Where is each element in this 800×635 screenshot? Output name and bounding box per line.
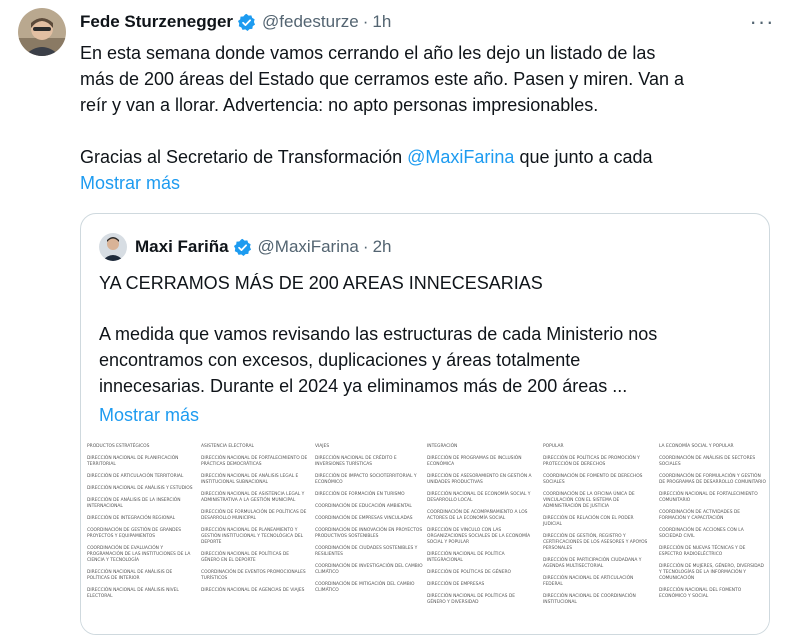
area-item: Dirección de asesoramiento en gestión a … [427, 474, 532, 485]
quoted-text-line: innecesarias. Durante el 2024 ya elimina… [99, 376, 628, 396]
area-item: Coordinación de innovación en proyectos … [315, 528, 423, 539]
area-item: Dirección nacional de políticas de géner… [201, 552, 289, 563]
author-avatar[interactable] [18, 8, 66, 56]
quoted-text-line: A medida que vamos revisando las estruct… [99, 324, 658, 344]
separator-dot: · [362, 237, 369, 256]
area-item: Dirección nacional de políticas de géner… [427, 594, 515, 605]
verified-badge-icon [233, 238, 252, 257]
area-item: Coordinación de ciudades sostenibles y r… [315, 546, 418, 557]
quoted-image[interactable]: Productos estratégicos Dirección nacional… [81, 440, 769, 634]
tweet-text-line: más de 200 áreas del Estado que cerramos… [80, 69, 685, 89]
area-item: Dirección nacional de fortalecimiento co… [659, 492, 758, 503]
area-item: Popular [543, 444, 564, 449]
author-name[interactable]: Fede Sturzenegger [80, 12, 233, 32]
quoted-tweet-header: Maxi Fariña @MaxiFarina · 2h [99, 233, 392, 261]
area-item: Coordinación de actividades de formación… [659, 510, 741, 521]
area-item: Dirección nacional de articulación feder… [543, 576, 634, 587]
mention-link[interactable]: @MaxiFarina [407, 147, 514, 167]
thanks-line: Gracias al Secretario de Transformación … [80, 144, 770, 170]
area-item: Coordinación de fomento de derechos soci… [543, 474, 643, 485]
area-item: Coordinación de eventos promocionales tu… [201, 570, 306, 581]
author-handle[interactable]: @fedesturze [262, 12, 359, 32]
area-item: Dirección nacional de economía social y … [427, 492, 531, 503]
quoted-tweet[interactable]: Maxi Fariña @MaxiFarina · 2h YA CERRAMOS… [80, 213, 770, 635]
area-item: Coordinación de educación ambiental [315, 504, 412, 509]
area-item: Dirección de gestión, registro y certifi… [543, 534, 648, 551]
area-item: Coordinación de la oficina única de vinc… [543, 492, 635, 509]
area-item: Dirección nacional de asistencia legal y… [201, 492, 305, 503]
area-item: Dirección nacional de agencias de viajes [201, 588, 305, 593]
area-item: Coordinación de acompañamiento a los act… [427, 510, 528, 521]
more-options-icon[interactable]: ··· [750, 9, 774, 34]
area-item: Coordinación de mitigación del cambio cl… [315, 582, 415, 593]
image-column: Productos estratégicos Dirección nacional… [87, 444, 195, 606]
quoted-text: A medida que vamos revisando las estruct… [99, 321, 657, 399]
area-item: Coordinación de acciones con la sociedad… [659, 528, 744, 539]
area-item: Viajes [315, 444, 330, 449]
area-item: Dirección de formulación de políticas de… [201, 510, 307, 521]
area-item: Coordinación de formulación y gestión de… [659, 474, 766, 485]
tweet-timestamp[interactable]: 1h [372, 12, 391, 32]
area-item: Dirección nacional de análisis nivel ele… [87, 588, 179, 599]
area-item: Dirección de empresas [427, 582, 485, 587]
area-item: Dirección de nuevas técnicas y de espect… [659, 546, 746, 557]
area-item: Coordinación de investigación del cambio… [315, 564, 423, 575]
area-item: Dirección nacional de fortalecimiento de… [201, 456, 308, 467]
area-item: Dirección nacional del fomento económico… [659, 588, 742, 599]
tweet-text: En esta semana donde vamos cerrando el a… [80, 40, 770, 196]
verified-badge-icon [237, 13, 256, 32]
tweet-text-line: reír y van a llorar. Advertencia: no apt… [80, 95, 599, 115]
area-item: Dirección nacional de planificación terr… [87, 456, 179, 467]
area-item: Coordinación de análisis de sectores soc… [659, 456, 756, 467]
area-item: Dirección de relación con el poder judic… [543, 516, 634, 527]
image-column: Viajes Dirección nacional de crédito e in… [315, 444, 423, 600]
area-item: Dirección de articulación territorial [87, 474, 184, 479]
thanks-suffix: que junto a cada [514, 147, 653, 167]
area-item: Dirección de mujeres, género, diversidad… [659, 564, 764, 581]
area-item: Dirección de políticas de género [427, 570, 511, 575]
area-item: Asistencia electoral [201, 444, 254, 449]
quoted-show-more-link[interactable]: Mostrar más [99, 402, 199, 428]
area-item: Dirección de políticas de promoción y pr… [543, 456, 640, 467]
area-item: Dirección de participación ciudadana y a… [543, 558, 642, 569]
area-item: Productos estratégicos [87, 444, 150, 449]
area-item: Dirección de análisis de la inserción in… [87, 498, 181, 509]
image-column: Popular Dirección de políticas de promoci… [543, 444, 651, 612]
area-item: Dirección de formación en turismo [315, 492, 405, 497]
show-more-link[interactable]: Mostrar más [80, 170, 770, 196]
image-column: Integración Dirección de programas de inc… [427, 444, 535, 612]
quoted-author-name[interactable]: Maxi Fariña [135, 237, 229, 257]
area-item: Coordinación de empresas vinculadas [315, 516, 413, 521]
tweet-header: Fede Sturzenegger @fedesturze · 1h [80, 10, 770, 34]
area-item: Dirección nacional de crédito e inversio… [315, 456, 397, 467]
area-item: Dirección de programas de inclusión econ… [427, 456, 522, 467]
area-item: Dirección de integración regional [87, 516, 176, 521]
quoted-text-line: encontramos con excesos, duplicaciones y… [99, 350, 581, 370]
thanks-prefix: Gracias al Secretario de Transformación [80, 147, 408, 167]
area-item: Dirección de vinculo con las organizacio… [427, 528, 531, 545]
image-column: Asistencia electoral Dirección nacional d… [201, 444, 309, 600]
area-item: Dirección nacional de análisis de políti… [87, 570, 173, 581]
quoted-author-handle[interactable]: @MaxiFarina [258, 237, 359, 257]
area-item: Integración [427, 444, 458, 449]
quoted-author-avatar[interactable] [99, 233, 127, 261]
area-item: Coordinación de evaluación y programació… [87, 546, 191, 563]
area-item: Dirección nacional de planeamiento y ges… [201, 528, 304, 545]
area-item: Dirección nacional de coordinación insti… [543, 594, 636, 605]
area-item: Dirección nacional de análisis y estudio… [87, 486, 193, 491]
quoted-timestamp[interactable]: 2h [373, 237, 392, 257]
tweet-text-line: En esta semana donde vamos cerrando el a… [80, 43, 656, 63]
image-column: La economía social y popular Coordinación… [659, 444, 767, 606]
area-item: Dirección nacional de política integraci… [427, 552, 505, 563]
separator-dot: · [362, 12, 369, 31]
area-item: Coordinación de gestión de grandes proye… [87, 528, 182, 539]
area-item: Dirección nacional de análisis legal e i… [201, 474, 299, 485]
area-item: Dirección de impacto socioterritorial y … [315, 474, 417, 485]
quoted-title: YA CERRAMOS MÁS DE 200 AREAS INNECESARIA… [99, 273, 543, 293]
area-item: La economía social y popular [659, 444, 734, 449]
